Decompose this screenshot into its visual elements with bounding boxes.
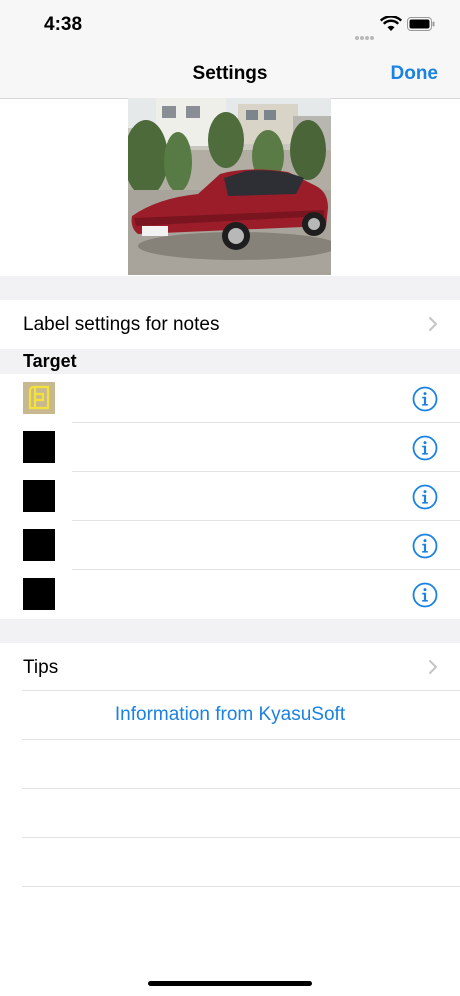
- info-icon[interactable]: [412, 582, 438, 608]
- done-button[interactable]: Done: [391, 63, 439, 85]
- home-indicator[interactable]: [148, 981, 312, 986]
- kyasusoft-info-link[interactable]: Information from KyasuSoft: [0, 704, 460, 726]
- target-row[interactable]: [0, 423, 460, 472]
- row-separator: [22, 739, 460, 740]
- battery-icon: [407, 17, 435, 31]
- info-icon[interactable]: [412, 435, 438, 461]
- car-photo: [128, 98, 331, 275]
- tips-label: Tips: [23, 657, 59, 678]
- section-title: Target: [23, 351, 77, 371]
- info-icon[interactable]: [412, 484, 438, 510]
- target-swatch: [23, 480, 55, 512]
- target-row[interactable]: [0, 521, 460, 570]
- row-separator: [22, 886, 460, 887]
- section-header-target: Target: [0, 349, 460, 374]
- target-swatch: [23, 529, 55, 561]
- target-swatch: [23, 431, 55, 463]
- wifi-icon: [380, 16, 402, 31]
- row-separator: [22, 690, 460, 691]
- target-swatch: [23, 578, 55, 610]
- target-row[interactable]: [0, 472, 460, 521]
- chevron-right-icon: [429, 317, 437, 331]
- target-row[interactable]: [0, 570, 460, 619]
- label-settings-label: Label settings for notes: [23, 314, 220, 335]
- navigation-bar: Settings Done: [0, 50, 460, 99]
- info-icon[interactable]: [412, 386, 438, 412]
- label-settings-row[interactable]: Label settings for notes: [0, 300, 460, 349]
- cellular-signal-icon: [355, 27, 377, 40]
- row-separator: [22, 837, 460, 838]
- status-bar: 4:38: [0, 0, 460, 50]
- row-separator: [22, 788, 460, 789]
- section-spacer: [0, 619, 460, 643]
- note-label-icon: [28, 385, 50, 410]
- tips-row[interactable]: Tips: [0, 643, 460, 691]
- status-time: 4:38: [44, 14, 83, 35]
- target-row[interactable]: [0, 374, 460, 423]
- section-spacer: [0, 276, 460, 300]
- chevron-right-icon: [429, 660, 437, 674]
- info-icon[interactable]: [412, 533, 438, 559]
- target-swatch: [23, 382, 55, 414]
